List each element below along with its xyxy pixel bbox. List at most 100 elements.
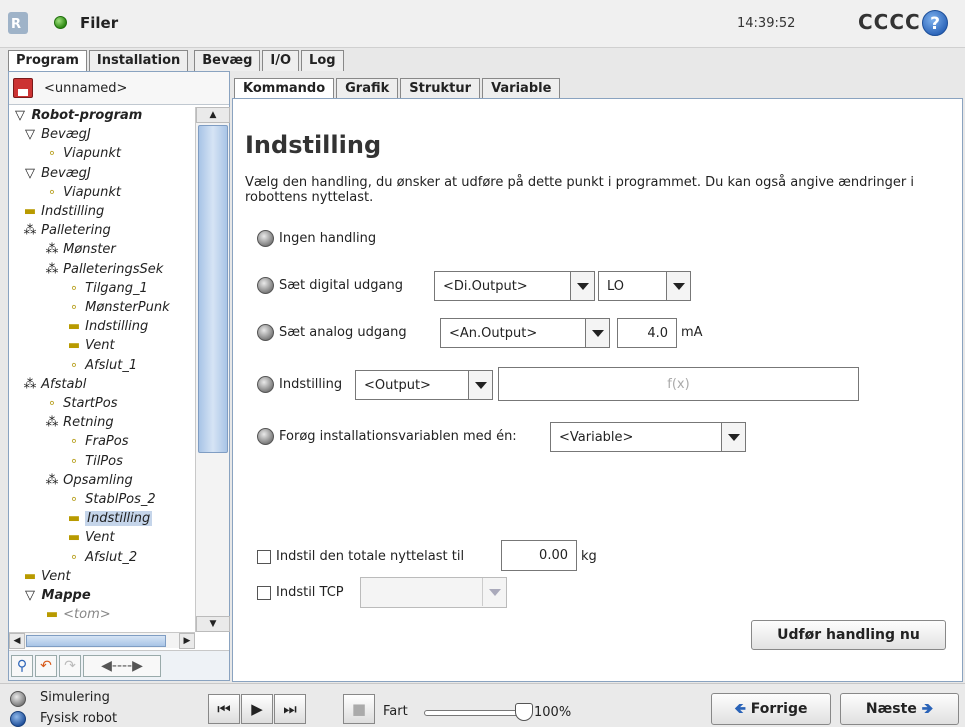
tree-item[interactable]: ⁂ Retning [45, 414, 114, 433]
pallet-icon: ⁂ [45, 415, 59, 431]
digital-value-select[interactable]: LO [598, 271, 691, 301]
command-subtabs: Kommando Grafik Struktur Variable [234, 78, 562, 98]
radio-analog-output[interactable] [257, 324, 274, 341]
tree-item[interactable]: ⁂ PalleteringsSek [45, 261, 164, 280]
tree-vertical-scrollbar[interactable]: ▲ ▼ [195, 107, 230, 632]
scroll-left-icon[interactable]: ◀ [9, 633, 25, 649]
tree-item[interactable]: ∘ MønsterPunk [67, 299, 170, 318]
play-icon[interactable]: ▶ [241, 694, 273, 724]
radio-physical-robot[interactable] [10, 711, 26, 727]
search-icon[interactable]: ⚲ [11, 655, 33, 677]
tab-graphics[interactable]: Grafik [336, 78, 399, 98]
tab-structure[interactable]: Struktur [400, 78, 481, 98]
payload-checkbox[interactable] [257, 550, 271, 564]
payload-field[interactable]: 0.00 [501, 540, 577, 571]
step-icon[interactable]: ⏭ [274, 694, 306, 724]
tree-horizontal-scrollbar[interactable]: ◀ ▶ [9, 632, 195, 649]
tree-item[interactable]: ▬ Indstilling [67, 318, 148, 337]
tree-item[interactable]: ⁂ Mønster [45, 241, 116, 260]
run-action-button[interactable]: Udfør handling nu [751, 620, 946, 650]
folder-expand-icon: ▽ [25, 588, 35, 603]
tree-item-label: Robot-program [31, 108, 143, 123]
increment-variable-select[interactable]: <Variable> [550, 422, 746, 452]
next-button[interactable]: Næste 🡺 [840, 693, 959, 725]
chevron-down-icon[interactable] [585, 319, 609, 347]
tab-io[interactable]: I/O [262, 50, 300, 71]
tree-item[interactable]: ⁂ Opsamling [45, 472, 133, 491]
tree-item[interactable]: ▬ Vent [67, 337, 115, 356]
chevron-down-icon[interactable] [570, 272, 594, 300]
radio-expression[interactable] [257, 376, 274, 393]
tree-item[interactable]: ▽ Mappe [23, 587, 91, 606]
stop-icon[interactable]: ■ [343, 694, 375, 724]
set-command-icon: ▬ [23, 204, 37, 219]
radio-no-action[interactable] [257, 230, 274, 247]
digital-output-label: Sæt digital udgang [279, 278, 403, 293]
tree-item[interactable]: ▬ Vent [67, 529, 115, 548]
tree-item[interactable]: ∘ Afslut_1 [67, 357, 137, 376]
program-name: <unnamed> [44, 81, 128, 96]
tree-item[interactable]: ∘ FraPos [67, 433, 129, 452]
previous-button[interactable]: 🡸 Forrige [711, 693, 831, 725]
tcp-checkbox[interactable] [257, 586, 271, 600]
radio-increment-variable[interactable] [257, 428, 274, 445]
tab-variables[interactable]: Variable [482, 78, 561, 98]
tree-item-label: Afslut_2 [85, 549, 138, 565]
tree-item[interactable]: ∘ StablPos_2 [67, 491, 156, 510]
radio-simulation[interactable] [10, 691, 26, 707]
chevron-down-icon[interactable] [468, 371, 492, 399]
tree-item[interactable]: ⁂ Afstabl [23, 376, 87, 395]
tree-item[interactable]: ▬ Vent [23, 568, 71, 587]
scroll-up-icon[interactable]: ▲ [196, 107, 230, 123]
expression-field[interactable]: f(x) [498, 367, 859, 401]
save-icon[interactable] [13, 78, 33, 98]
tree-item-label: PalleteringsSek [63, 261, 164, 277]
scroll-down-icon[interactable]: ▼ [196, 616, 230, 632]
scrollbar-thumb[interactable] [198, 125, 228, 453]
tree-item-label: Indstilling [41, 204, 105, 219]
tree-item[interactable]: ▽ BevægJ [23, 165, 91, 184]
chevron-down-icon[interactable] [482, 578, 506, 606]
digital-output-select[interactable]: <Di.Output> [434, 271, 595, 301]
tab-installation[interactable]: Installation [88, 50, 189, 71]
tree-item[interactable]: ⁂ Palletering [23, 222, 111, 241]
tree-item-label: Mønster [63, 242, 116, 258]
files-menu-title[interactable]: Filer [80, 14, 118, 32]
tree-item[interactable]: ∘ Tilgang_1 [67, 280, 148, 299]
chevron-down-icon[interactable] [721, 423, 745, 451]
digital-value: LO [607, 279, 625, 294]
redo-icon[interactable]: ↷ [59, 655, 81, 677]
tree-item[interactable]: ∘ TilPos [67, 453, 123, 472]
tree-item[interactable]: ∘ Viapunkt [45, 145, 121, 164]
tab-command[interactable]: Kommando [234, 78, 335, 98]
horizontal-scrollbar-thumb[interactable] [26, 635, 166, 647]
chevron-down-icon[interactable] [666, 272, 690, 300]
robot-status-icon [54, 16, 67, 29]
speed-slider[interactable] [424, 710, 524, 716]
tab-log[interactable]: Log [301, 50, 344, 71]
tree-item-label: Afslut_1 [85, 357, 138, 373]
waypoint-icon: ∘ [47, 184, 57, 200]
tree-item[interactable]: ∘ Viapunkt [45, 184, 121, 203]
tree-item[interactable]: ∘ Afslut_2 [67, 549, 137, 568]
tree-item[interactable]: ▬ Indstilling [23, 203, 104, 222]
tree-item[interactable]: ▬ Indstilling [67, 510, 153, 529]
cut-arrow-icon[interactable]: ◀----▶ [83, 655, 161, 677]
tree-item[interactable]: ▬ <tom> [45, 606, 111, 625]
analog-value-field[interactable]: 4.0 [617, 318, 677, 348]
tree-item[interactable]: ▽ BevægJ [23, 126, 91, 145]
tree-item[interactable]: ∘ StartPos [45, 395, 118, 414]
skip-to-start-icon[interactable]: ⏮ [208, 694, 240, 724]
tab-move[interactable]: Bevæg [194, 50, 261, 71]
tree-item[interactable]: ▽ Robot-program [13, 107, 142, 126]
speed-slider-handle[interactable] [515, 703, 533, 721]
tcp-select[interactable] [360, 577, 507, 608]
analog-output-select[interactable]: <An.Output> [440, 318, 610, 348]
scroll-right-icon[interactable]: ▶ [179, 633, 195, 649]
undo-icon[interactable]: ↶ [35, 655, 57, 677]
expression-output-select[interactable]: <Output> [355, 370, 493, 400]
arrow-right-icon: 🡺 [921, 701, 934, 717]
tab-program[interactable]: Program [8, 50, 87, 71]
radio-digital-output[interactable] [257, 277, 274, 294]
help-icon[interactable]: ? [922, 10, 948, 36]
